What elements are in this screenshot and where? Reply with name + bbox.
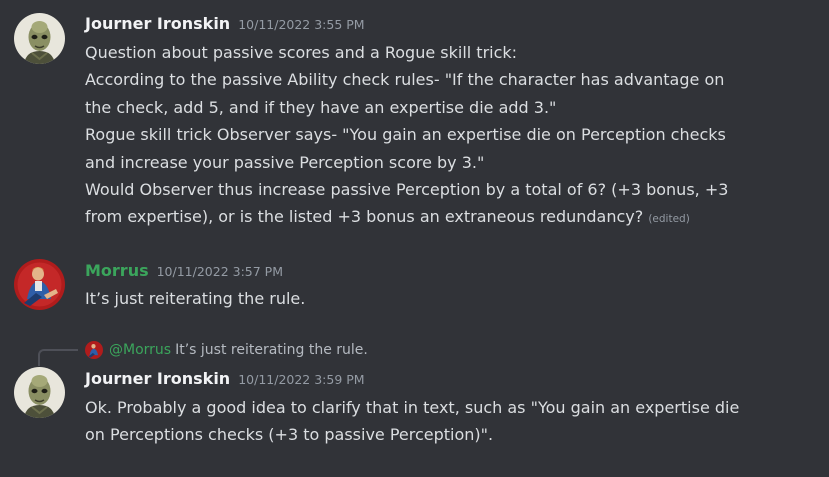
reply-connector [38,349,78,366]
reply-preview[interactable]: @Morrus It’s just reiterating the rule. [85,340,368,360]
message-content: Question about passive scores and a Rogu… [85,39,805,234]
message-line: on Perceptions checks (+3 to passive Per… [85,425,494,445]
username[interactable]: Morrus [85,261,149,280]
message-line: Would Observer thus increase passive Per… [85,180,729,200]
message-content: It’s just reiterating the rule. [85,285,805,312]
username[interactable]: Journer Ironskin [85,369,230,388]
message-line: According to the passive Ability check r… [85,70,725,90]
timestamp[interactable]: 10/11/2022 3:57 PM [157,264,283,279]
message-line: Rogue skill trick Observer says- "You ga… [85,125,726,145]
message-line: Question about passive scores and a Rogu… [85,43,518,62]
message-content: Ok. Probably a good idea to clarify that… [85,394,805,449]
message-line: Ok. Probably a good idea to clarify that… [85,398,740,417]
avatar[interactable] [14,367,65,418]
mention-link[interactable]: @Morrus [109,342,171,358]
message-line: the check, add 5, and if they have an ex… [85,97,557,117]
reply-text[interactable]: It’s just reiterating the rule. [175,342,368,358]
avatar[interactable] [14,13,65,64]
message-line: from expertise), or is the listed +3 bon… [85,207,644,227]
timestamp[interactable]: 10/11/2022 3:59 PM [238,372,364,387]
message-line: It’s just reiterating the rule. [85,289,306,308]
username[interactable]: Journer Ironskin [85,14,230,33]
timestamp[interactable]: 10/11/2022 3:55 PM [238,17,364,32]
chat-log: Journer Ironskin 10/11/2022 3:55 PM Ques… [0,0,829,477]
edited-label: (edited) [648,213,690,226]
avatar[interactable] [14,259,65,310]
avatar [85,341,103,359]
message-line: and increase your passive Perception sco… [85,152,485,172]
